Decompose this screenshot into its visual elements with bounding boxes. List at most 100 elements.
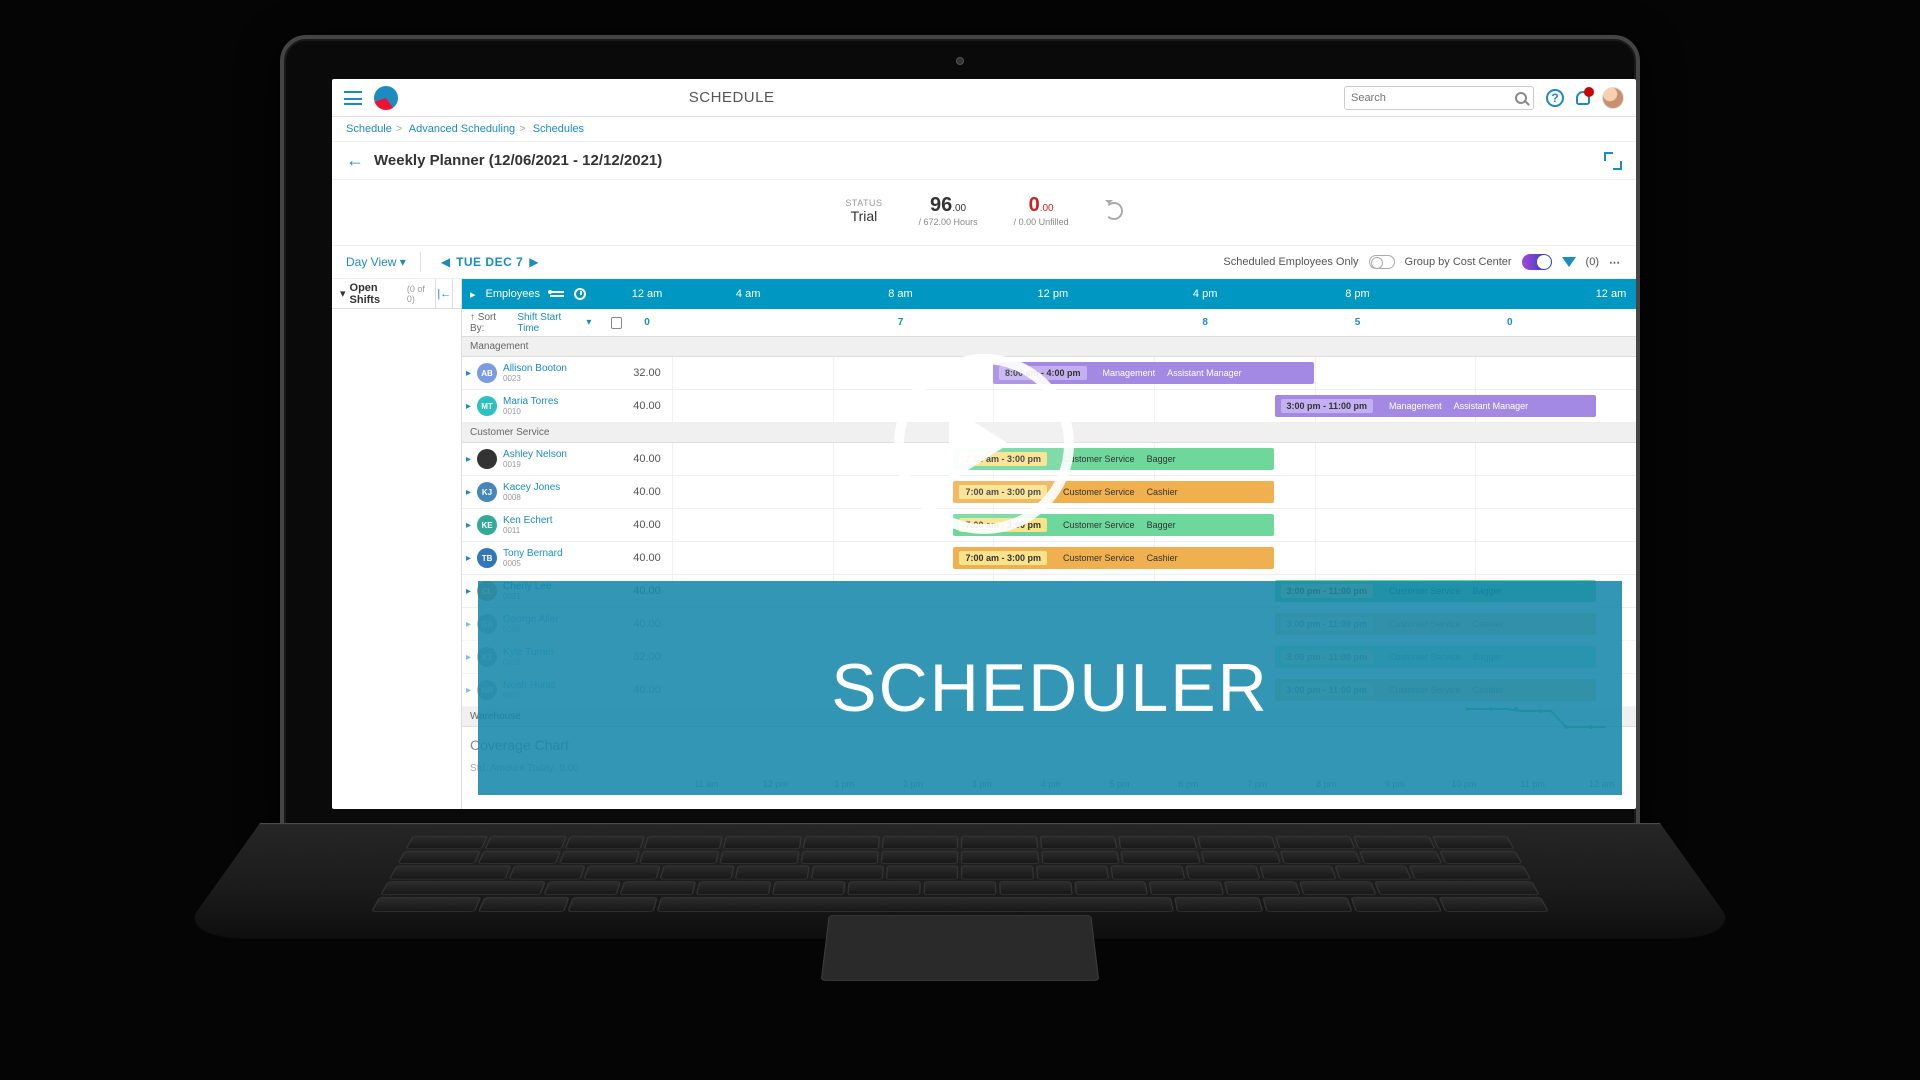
expand-row-icon[interactable]: ▸ xyxy=(466,586,471,597)
scheduled-only-label: Scheduled Employees Only xyxy=(1223,256,1358,268)
employees-header[interactable]: Employees xyxy=(486,288,540,300)
employee-row: ▸ TB Tony Bernard 0005 40.00 7:00 am - 3… xyxy=(462,542,1636,575)
group-by-toggle[interactable] xyxy=(1522,254,1552,270)
employee-info[interactable]: ▸ KJ Kacey Jones 0008 xyxy=(462,482,622,502)
expand-row-icon[interactable]: ▸ xyxy=(466,454,471,465)
employee-info[interactable]: ▸ KE Ken Echert 0011 xyxy=(462,515,622,535)
expand-row-icon[interactable]: ▸ xyxy=(466,487,471,498)
shift-dept: Customer Service xyxy=(1063,553,1135,563)
time-header-cell: 12 pm xyxy=(977,288,1129,300)
search-icon[interactable] xyxy=(1515,92,1527,104)
expand-row-icon[interactable]: ▸ xyxy=(466,368,471,379)
filter-count: (0) xyxy=(1586,256,1599,268)
employee-name[interactable]: Ken Echert xyxy=(503,516,552,526)
employee-info[interactable]: ▸ MT Maria Torres 0010 xyxy=(462,396,622,416)
employee-hours: 40.00 xyxy=(622,400,672,412)
laptop-bezel: SCHEDULE ? Schedule> Advanced Scheduling… xyxy=(280,35,1640,835)
prev-day-button[interactable]: ◀ xyxy=(435,255,456,269)
employee-hours: 40.00 xyxy=(622,453,672,465)
employee-avatar: KJ xyxy=(477,482,497,502)
shift-role: Assistant Manager xyxy=(1454,401,1529,411)
app-screen: SCHEDULE ? Schedule> Advanced Scheduling… xyxy=(332,79,1636,809)
app-logo[interactable] xyxy=(374,86,398,110)
day-view-dropdown[interactable]: Day View ▾ xyxy=(346,255,406,269)
fullscreen-icon[interactable] xyxy=(1604,152,1622,170)
employee-avatar: AB xyxy=(477,363,497,383)
shift-role: Cashier xyxy=(1147,487,1178,497)
search-box[interactable] xyxy=(1344,86,1534,110)
expand-row-icon[interactable]: ▸ xyxy=(466,652,471,663)
employee-info[interactable]: ▸ TB Tony Bernard 0005 xyxy=(462,548,622,568)
expand-row-icon[interactable]: ▸ xyxy=(466,520,471,531)
breadcrumb-item[interactable]: Schedule xyxy=(346,123,392,135)
employee-info[interactable]: ▸ Ashley Nelson 0019 xyxy=(462,449,622,469)
bell-icon[interactable] xyxy=(1576,91,1590,105)
shift-track[interactable]: 8:00 am - 4:00 pm Management Assistant M… xyxy=(672,357,1636,389)
shift-role: Assistant Manager xyxy=(1167,368,1242,378)
top-bar: SCHEDULE ? xyxy=(332,79,1636,117)
shift-track[interactable]: 7:00 am - 3:00 pm Customer Service Bagge… xyxy=(672,443,1636,475)
video-title-overlay: SCHEDULER xyxy=(478,581,1622,795)
expand-row-icon[interactable]: ▸ xyxy=(466,401,471,412)
employee-name[interactable]: Ashley Nelson xyxy=(503,450,567,460)
expand-row-icon[interactable]: ▸ xyxy=(466,685,471,696)
next-day-button[interactable]: ▶ xyxy=(523,255,544,269)
sort-label: Sort By: xyxy=(470,312,496,334)
swap-icon[interactable] xyxy=(550,291,564,297)
notification-badge xyxy=(1584,87,1594,97)
laptop-frame: SCHEDULE ? Schedule> Advanced Scheduling… xyxy=(260,35,1660,935)
weekly-header: ← Weekly Planner (12/06/2021 - 12/12/202… xyxy=(332,142,1636,180)
breadcrumb-item[interactable]: Schedules xyxy=(533,123,584,135)
shift-block[interactable]: 7:00 am - 3:00 pm Customer Service Cashi… xyxy=(953,547,1274,569)
hours-value: 96 xyxy=(930,194,952,216)
person-icon[interactable] xyxy=(611,317,622,329)
user-avatar[interactable] xyxy=(1602,87,1624,109)
breadcrumb-item[interactable]: Advanced Scheduling xyxy=(409,123,515,135)
count-cell: 0 xyxy=(622,317,672,328)
employee-info[interactable]: ▸ AB Allison Booton 0023 xyxy=(462,363,622,383)
employee-hours: 40.00 xyxy=(622,519,672,531)
back-arrow-icon[interactable]: ← xyxy=(346,150,364,171)
employee-name[interactable]: Allison Booton xyxy=(503,364,567,374)
expand-row-icon[interactable]: ▸ xyxy=(466,553,471,564)
shift-track[interactable]: 7:00 am - 3:00 pm Customer Service Cashi… xyxy=(672,476,1636,508)
search-input[interactable] xyxy=(1351,92,1509,104)
help-icon[interactable]: ? xyxy=(1546,89,1564,107)
sort-value[interactable]: Shift Start Time xyxy=(517,312,576,334)
employee-avatar xyxy=(477,449,497,469)
shift-dept: Management xyxy=(1103,368,1156,378)
shift-dept: Management xyxy=(1389,401,1442,411)
shift-track[interactable]: 7:00 am - 3:00 pm Customer Service Cashi… xyxy=(672,542,1636,574)
expand-row-icon[interactable]: ▸ xyxy=(466,619,471,630)
timeline-header: ▸ Employees 12 am4 am8 am12 pm4 pm8 pm12… xyxy=(462,279,1636,309)
employee-name[interactable]: Kacey Jones xyxy=(503,483,560,493)
employee-hours: 40.00 xyxy=(622,552,672,564)
hamburger-icon[interactable] xyxy=(344,91,362,105)
clock-icon[interactable] xyxy=(574,288,586,300)
scheduled-only-toggle[interactable] xyxy=(1369,255,1395,269)
view-controls: Day View ▾ ◀ TUE DEC 7 ▶ Scheduled Emplo… xyxy=(332,246,1636,279)
metrics-bar: STATUS Trial 96.00 / 672.00 Hours 0.00 /… xyxy=(332,180,1636,246)
filter-icon[interactable] xyxy=(1562,257,1576,274)
employee-name[interactable]: Tony Bernard xyxy=(503,549,562,559)
shift-track[interactable]: 3:00 pm - 11:00 pm Management Assistant … xyxy=(672,390,1636,422)
shift-dept: Customer Service xyxy=(1063,487,1135,497)
shift-track[interactable]: 7:00 am - 3:00 pm Customer Service Bagge… xyxy=(672,509,1636,541)
time-header-cell: 4 pm xyxy=(1129,288,1281,300)
play-button[interactable] xyxy=(894,354,1074,534)
employee-id: 0023 xyxy=(503,374,567,383)
open-shifts-header[interactable]: ▾ Open Shifts (0 of 0) |← xyxy=(332,279,461,309)
employee-row: ▸ KE Ken Echert 0011 40.00 7:00 am - 3:0… xyxy=(462,509,1636,542)
collapse-panel-icon[interactable]: |← xyxy=(435,279,453,309)
employee-hours: 32.00 xyxy=(622,367,672,379)
count-cell: 5 xyxy=(1281,317,1433,328)
time-header-cell: 8 am xyxy=(824,288,976,300)
shift-block[interactable]: 3:00 pm - 11:00 pm Management Assistant … xyxy=(1275,395,1596,417)
current-date[interactable]: TUE DEC 7 xyxy=(456,255,523,269)
more-menu-icon[interactable]: ⋯ xyxy=(1609,256,1622,269)
unfilled-value: 0 xyxy=(1029,194,1040,216)
refresh-icon[interactable] xyxy=(1105,202,1123,220)
group-header[interactable]: Management xyxy=(462,337,1636,357)
employee-name[interactable]: Maria Torres xyxy=(503,397,558,407)
page-title: SCHEDULE xyxy=(689,89,775,106)
